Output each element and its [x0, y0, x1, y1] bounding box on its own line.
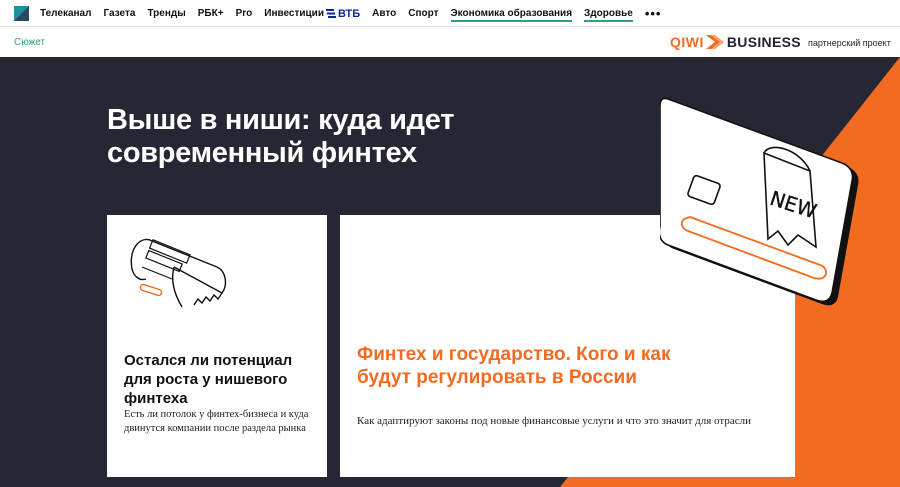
nav-items: Телеканал Газета Тренды РБК+ Pro Инвестиции ВТ…: [40, 0, 661, 27]
article-title: Финтех и государство. Кого и как будут р…: [357, 344, 671, 388]
qiwi-chevron-icon: [705, 35, 724, 49]
nav-item[interactable]: Здоровье: [584, 0, 633, 27]
nav-item[interactable]: РБК+: [198, 0, 224, 27]
nav-item[interactable]: Инвестиции: [264, 0, 324, 27]
hero-title: Выше в ниши: куда идет современный финте…: [107, 104, 455, 169]
qiwi-business-logo[interactable]: QIWI BUSINESS: [670, 33, 801, 51]
nav-item[interactable]: Газета: [103, 0, 135, 27]
bank-card-illustration-icon: NEW: [660, 97, 859, 306]
section-label[interactable]: Сюжет: [14, 37, 45, 48]
nav-item[interactable]: Спорт: [408, 0, 438, 27]
more-menu-icon[interactable]: •••: [645, 0, 662, 27]
business-wordmark: BUSINESS: [726, 34, 801, 50]
nav-item[interactable]: Авто: [372, 0, 396, 27]
nav-item[interactable]: Экономика образования: [450, 0, 572, 27]
vtb-logo[interactable]: ВТБ: [325, 7, 361, 20]
nav-item[interactable]: Телеканал: [40, 0, 91, 27]
qiwi-wordmark: QIWI: [670, 34, 704, 50]
article-title: Остался ли потенциал для роста у нишевог…: [124, 352, 293, 407]
article-description: Как адаптируют законы под новые финансов…: [357, 415, 751, 427]
article-description: Есть ли потолок у финтех-бизнеса и куда …: [124, 409, 309, 434]
paper-roll-illustration-icon: [130, 238, 227, 308]
rbc-logo-icon[interactable]: [14, 6, 29, 21]
partner-label: партнерский проект: [808, 38, 891, 48]
section-bar: Сюжет QIWI BUSINESS партнерский проект: [0, 27, 900, 57]
vtb-stripes-icon: [325, 9, 336, 18]
article-card-niche-fintech[interactable]: Остался ли потенциал для роста у нишевог…: [107, 215, 327, 477]
nav-item[interactable]: Pro: [236, 0, 253, 27]
vtb-label: ВТБ: [337, 7, 361, 20]
top-navigation: Телеканал Газета Тренды РБК+ Pro Инвестиции ВТ…: [0, 0, 900, 27]
hero-banner: Выше в ниши: куда идет современный финте…: [0, 57, 900, 487]
nav-item[interactable]: Тренды: [147, 0, 185, 27]
